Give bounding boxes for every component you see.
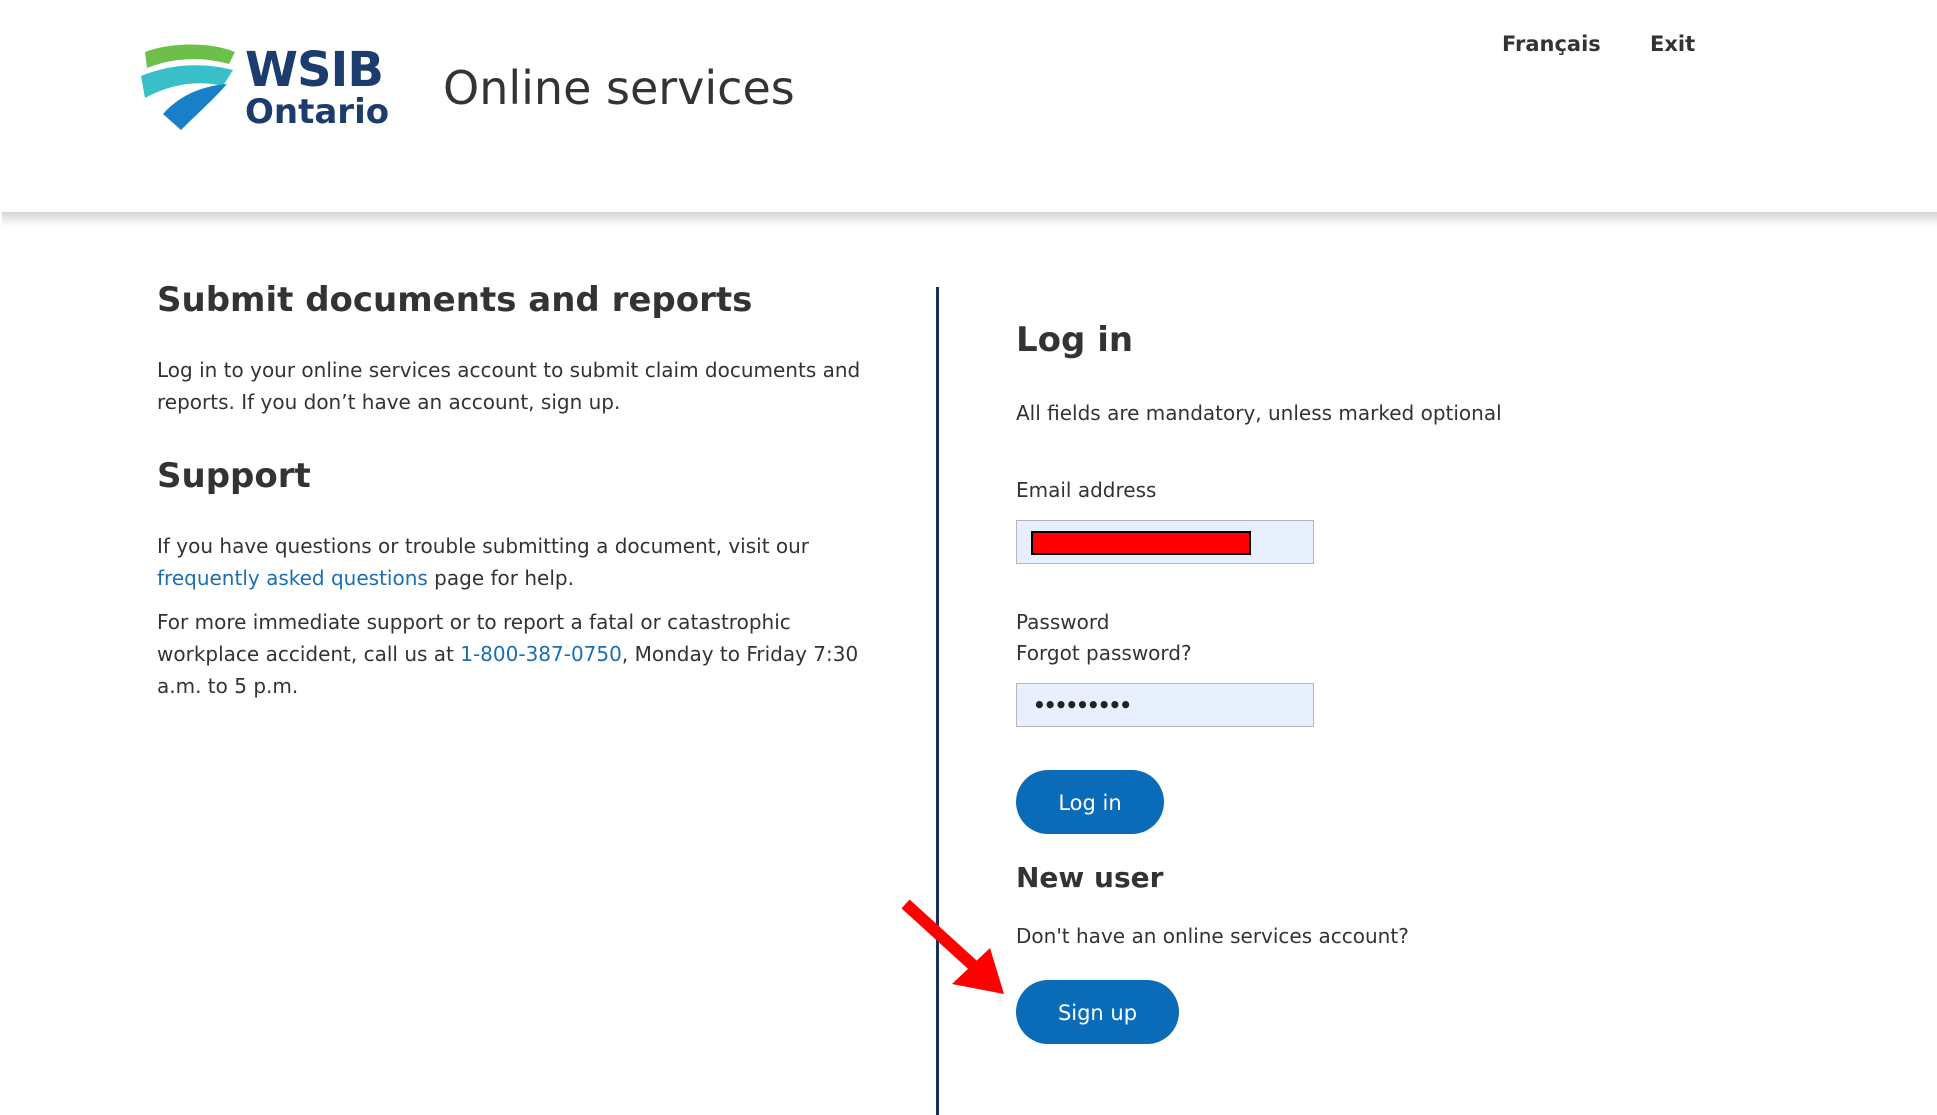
password-label: Password [1016,610,1110,634]
login-button[interactable]: Log in [1016,770,1164,834]
support-heading: Support [157,456,311,496]
signup-button[interactable]: Sign up [1016,980,1179,1044]
support-description: If you have questions or trouble submitt… [157,530,877,594]
password-field[interactable]: ••••••••• [1016,683,1314,727]
email-label: Email address [1016,478,1157,502]
mandatory-fields-note: All fields are mandatory, unless marked … [1016,401,1502,425]
new-user-prompt: Don't have an online services account? [1016,924,1409,948]
submit-description: Log in to your online services account t… [157,358,861,414]
password-masked-value: ••••••••• [1033,693,1132,717]
wsib-logo[interactable]: WSIB Ontario [141,40,391,132]
faq-link[interactable]: frequently asked questions [157,566,428,590]
email-field[interactable] [1016,520,1314,564]
support-text-after: page for help. [434,566,574,590]
login-heading: Log in [1016,320,1134,360]
site-header: WSIB Ontario Online services Français Ex… [0,0,1937,212]
forgot-password-link[interactable]: Forgot password? [1016,639,1192,667]
red-arrow-icon [901,899,1004,994]
logo-wordmark-ontario: Ontario [245,92,390,132]
header-divider-shadow [2,212,1937,226]
wsib-wave-logo-icon [141,44,235,130]
language-toggle-link[interactable]: Français [1502,30,1601,58]
site-title: Online services [443,61,795,115]
redaction-box [1031,531,1251,555]
immediate-support-text: For more immediate support or to report … [157,606,877,702]
exit-link[interactable]: Exit [1650,30,1695,58]
logo-wordmark-wsib: WSIB [245,42,384,98]
new-user-heading: New user [1016,861,1164,894]
support-text-before: If you have questions or trouble submitt… [157,534,810,558]
submit-heading: Submit documents and reports [157,280,753,320]
page: WSIB Ontario Online services Français Ex… [0,0,1937,1115]
phone-number-link[interactable]: 1-800-387-0750 [460,642,622,666]
